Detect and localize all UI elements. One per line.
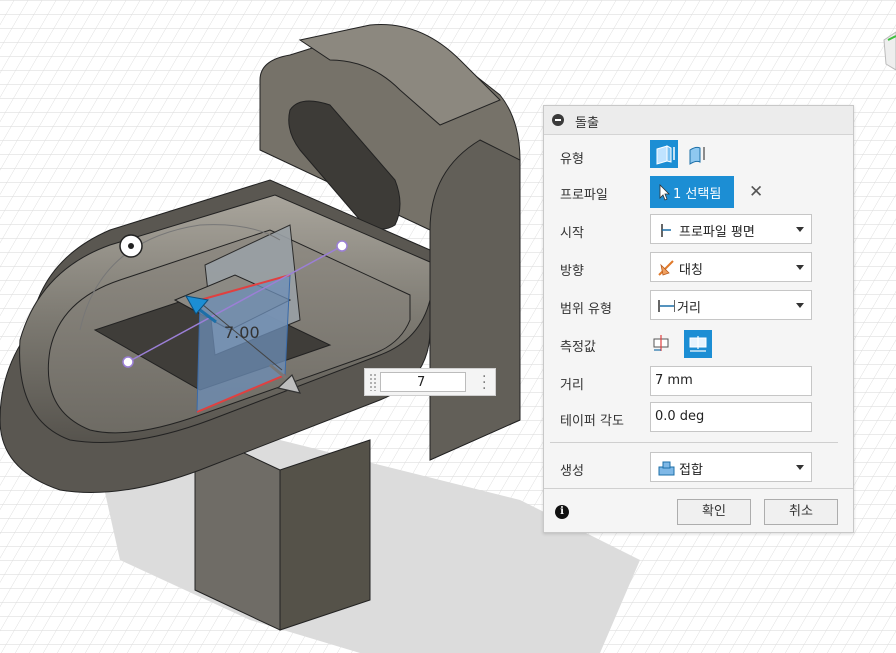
row-start: 시작 프로파일 평면 — [544, 214, 853, 246]
chevron-down-icon — [796, 465, 804, 470]
profile-select-button[interactable]: 1 선택됨 — [650, 176, 734, 208]
more-options-icon[interactable]: · · · — [482, 370, 486, 396]
cursor-arrow-icon — [659, 184, 670, 201]
drag-handle[interactable] — [369, 373, 377, 391]
chevron-down-icon — [796, 265, 804, 270]
row-direction: 방향 대칭 — [544, 252, 853, 284]
solid-type-button[interactable] — [650, 140, 678, 168]
operation-value: 접합 — [679, 463, 703, 478]
profile-selection-text: 1 선택됨 — [673, 187, 722, 202]
taper-label: 테이퍼 각도 — [560, 414, 624, 429]
chevron-down-icon — [796, 303, 804, 308]
thin-type-button[interactable] — [682, 140, 710, 168]
direction-label: 방향 — [560, 264, 584, 279]
type-label: 유형 — [560, 152, 584, 167]
clear-selection-icon[interactable]: ✕ — [749, 182, 763, 202]
extrude-dialog: 돌출 유형 프로파일 1 선택됨 ✕ 시작 프로파일 평면 방향 대칭 범위 유… — [543, 105, 854, 533]
direction-value: 대칭 — [679, 263, 703, 278]
extent-type-dropdown[interactable]: 거리 — [650, 290, 812, 320]
row-operation: 생성 접합 — [544, 452, 853, 484]
row-distance: 거리 7 mm — [544, 366, 853, 398]
measurement-label: 측정값 — [560, 340, 596, 355]
full-measure-icon — [689, 336, 707, 352]
dialog-footer: i 확인 취소 — [544, 488, 853, 533]
chevron-down-icon — [796, 227, 804, 232]
cancel-button[interactable]: 취소 — [764, 499, 838, 525]
start-value: 프로파일 평면 — [679, 225, 755, 240]
distance-input-box: ··· — [364, 368, 496, 396]
distance-label: 거리 — [560, 378, 584, 393]
dialog-title: 돌출 — [575, 116, 599, 131]
symmetric-icon — [658, 260, 674, 276]
row-extent-type: 범위 유형 거리 — [544, 290, 853, 322]
full-measure-button[interactable] — [684, 330, 712, 358]
profile-plane-icon — [661, 224, 671, 237]
row-profile: 프로파일 1 선택됨 ✕ — [544, 176, 853, 208]
dialog-header[interactable]: 돌출 — [544, 106, 853, 135]
distance-value: 7 mm — [655, 373, 693, 388]
dimension-label: 7.00 — [224, 323, 260, 342]
one-side-measure-icon — [653, 335, 669, 351]
info-icon[interactable]: i — [555, 505, 569, 519]
taper-value: 0.0 deg — [655, 409, 705, 424]
distance-icon — [658, 300, 675, 312]
row-type: 유형 — [544, 140, 853, 172]
start-label: 시작 — [560, 226, 584, 241]
operation-label: 생성 — [560, 464, 584, 479]
taper-angle-field[interactable]: 0.0 deg — [650, 402, 812, 432]
start-dropdown[interactable]: 프로파일 평면 — [650, 214, 812, 244]
divider — [550, 442, 838, 443]
ok-button[interactable]: 확인 — [677, 499, 751, 525]
solid-extrude-icon — [656, 145, 675, 165]
thin-extrude-icon — [689, 146, 705, 165]
operation-dropdown[interactable]: 접합 — [650, 452, 812, 482]
distance-field[interactable]: 7 mm — [650, 366, 812, 396]
row-measurement: 측정값 — [544, 328, 853, 360]
collapse-icon[interactable] — [552, 114, 564, 126]
direction-dropdown[interactable]: 대칭 — [650, 252, 812, 282]
extent-type-label: 범위 유형 — [560, 302, 612, 317]
distance-input[interactable] — [380, 372, 466, 392]
row-taper: 테이퍼 각도 0.0 deg — [544, 402, 853, 434]
extent-type-value: 거리 — [677, 301, 701, 316]
join-icon — [658, 461, 675, 476]
profile-label: 프로파일 — [560, 188, 608, 203]
one-side-measure-button[interactable] — [648, 330, 676, 358]
